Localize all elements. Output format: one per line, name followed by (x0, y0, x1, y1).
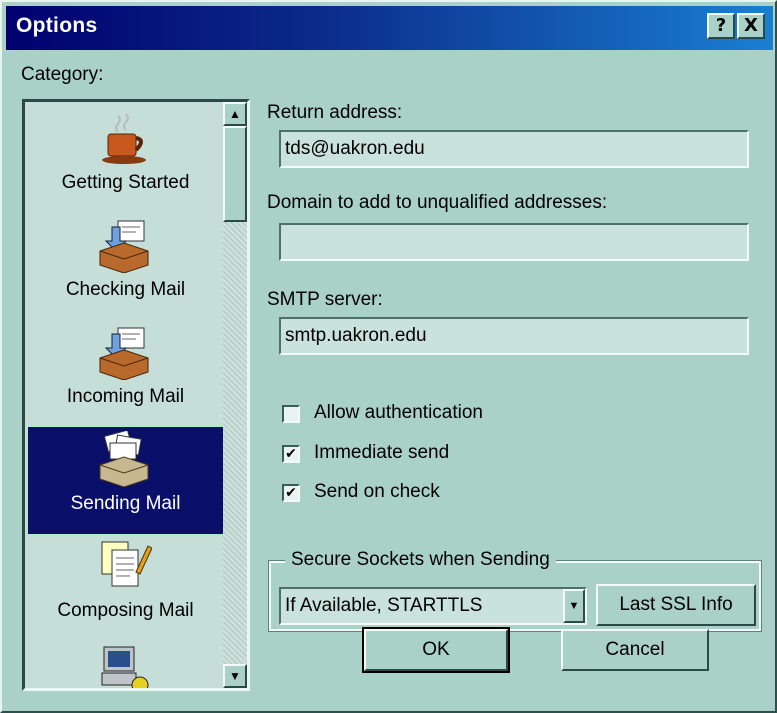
computer-icon (101, 646, 149, 688)
category-item-checking-mail[interactable]: Checking Mail (28, 213, 223, 320)
category-scrollbar[interactable]: ▲ ▼ (223, 102, 247, 688)
category-label-text: Category: (21, 64, 104, 85)
arrow-down-icon: ▼ (229, 669, 241, 683)
scroll-thumb[interactable] (223, 126, 247, 222)
dropdown-button[interactable]: ▼ (563, 589, 585, 623)
chevron-down-icon: ▼ (568, 600, 580, 612)
send-on-check-checkbox[interactable]: ✔ (282, 484, 300, 502)
scroll-up-button[interactable]: ▲ (223, 102, 247, 126)
secure-sockets-label: Secure Sockets when Sending (285, 549, 556, 571)
category-item-label: Sending Mail (70, 493, 181, 514)
return-address-field[interactable]: tds@uakron.edu (279, 130, 749, 168)
send-on-check-label[interactable]: Send on check (314, 481, 440, 503)
category-item-label: Getting Started (61, 172, 190, 193)
category-label: Category: (21, 64, 103, 86)
mailbox-incoming-icon (99, 327, 149, 380)
category-item-label: Incoming Mail (66, 386, 185, 407)
last-ssl-info-button[interactable]: Last SSL Info (596, 584, 756, 626)
return-address-label: Return address: (267, 102, 403, 123)
immediate-send-label[interactable]: Immediate send (314, 442, 449, 464)
secure-sockets-value: If Available, STARTTLS (285, 595, 483, 616)
scroll-down-button[interactable]: ▼ (223, 664, 247, 688)
category-item-composing-mail[interactable]: Composing Mail (28, 534, 223, 641)
immediate-send-checkbox[interactable]: ✔ (282, 445, 300, 463)
title-bar[interactable]: Options ? X (6, 6, 773, 50)
close-button[interactable]: X (737, 13, 765, 39)
allow-authentication-checkbox[interactable] (282, 405, 300, 423)
smtp-server-field[interactable]: smtp.uakron.edu (279, 317, 749, 355)
window-title: Options (16, 14, 98, 37)
mailbox-download-icon (99, 220, 149, 273)
coffee-cup-icon (102, 113, 146, 164)
ok-button[interactable]: OK (362, 627, 510, 673)
allow-authentication-label[interactable]: Allow authentication (314, 402, 483, 424)
category-item-computer[interactable] (28, 641, 223, 688)
sending-mail-icon (99, 431, 149, 487)
secure-sockets-select[interactable]: If Available, STARTTLS ▼ (279, 587, 587, 625)
options-dialog: Options ? X Category: Getting Started Ch… (0, 0, 777, 713)
composing-mail-icon (101, 541, 152, 587)
category-list[interactable]: Getting Started Checking Mail Incoming M… (22, 99, 250, 691)
help-button[interactable]: ? (707, 13, 735, 39)
smtp-server-label: SMTP server: (267, 289, 383, 310)
domain-field[interactable] (279, 223, 749, 261)
category-item-incoming-mail[interactable]: Incoming Mail (28, 320, 223, 427)
category-item-label: Composing Mail (57, 600, 194, 621)
category-item-getting-started[interactable]: Getting Started (28, 106, 223, 213)
domain-label: Domain to add to unqualified addresses: (267, 192, 608, 213)
cancel-button[interactable]: Cancel (561, 629, 709, 671)
arrow-up-icon: ▲ (229, 107, 241, 121)
category-item-label: Checking Mail (65, 279, 186, 300)
category-item-sending-mail[interactable]: Sending Mail (27, 426, 224, 535)
